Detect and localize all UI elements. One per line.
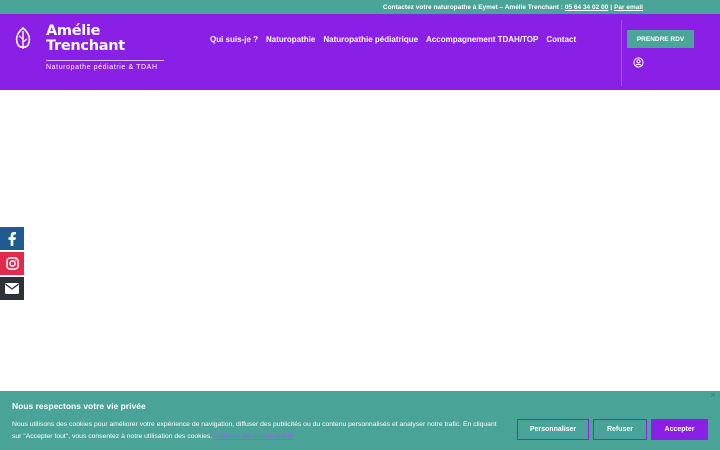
book-appointment-button[interactable]: PRENDRE RDV — [627, 30, 694, 48]
nav-item-accompagnement-tdah[interactable]: Accompagnement TDAH/TOP — [426, 35, 538, 44]
user-account-icon[interactable] — [633, 57, 644, 68]
site-header: Amélie Trenchant Naturopathe pédiatrie &… — [0, 14, 720, 90]
instagram-icon — [5, 257, 19, 270]
leaf-logo-icon[interactable] — [13, 27, 33, 51]
main-nav: Qui suis-je ? Naturopathie Naturopathie … — [210, 34, 584, 44]
brand-divider — [46, 60, 164, 61]
phone-link[interactable]: 05 64 34 02 00 — [565, 4, 608, 11]
nav-item-naturopathie-pediatrique[interactable]: Naturopathie pédiatrique — [323, 35, 418, 44]
mail-icon — [5, 283, 19, 294]
instagram-button[interactable] — [0, 252, 24, 275]
facebook-icon — [8, 231, 16, 246]
nav-item-naturopathie[interactable]: Naturopathie — [266, 35, 315, 44]
site-tagline: Naturopathe pédiatrie & TDAH — [46, 64, 158, 71]
email-button[interactable] — [0, 277, 24, 300]
top-contact-bar: Contactez votre naturopathe à Eymet – Am… — [0, 0, 720, 14]
site-brand[interactable]: Amélie Trenchant — [46, 24, 166, 54]
privacy-policy-link[interactable]: Politique de confidentialité — [214, 433, 293, 440]
facebook-button[interactable] — [0, 227, 24, 250]
header-divider — [621, 20, 622, 86]
separator: | — [610, 3, 613, 11]
nav-item-contact[interactable]: Contact — [546, 35, 576, 44]
customize-cookies-button[interactable]: Personnaliser — [517, 419, 589, 440]
cookie-title: Nous respectons votre vie privée — [12, 401, 146, 411]
brand-last-name: Trenchant — [46, 38, 125, 54]
brand-first-name: Amélie — [46, 23, 101, 39]
close-icon[interactable] — [706, 391, 720, 401]
contact-text: Contactez votre naturopathe à Eymet – Am… — [382, 3, 563, 11]
cookie-message: Nous utilisons des cookies pour améliore… — [12, 419, 502, 443]
nav-item-qui-suis-je[interactable]: Qui suis-je ? — [210, 35, 258, 44]
cookie-banner: Nous respectons votre vie privée Nous ut… — [0, 391, 720, 450]
accept-cookies-button[interactable]: Accepter — [651, 419, 708, 440]
refuse-cookies-button[interactable]: Refuser — [593, 419, 647, 440]
email-link[interactable]: Par email — [614, 4, 643, 11]
